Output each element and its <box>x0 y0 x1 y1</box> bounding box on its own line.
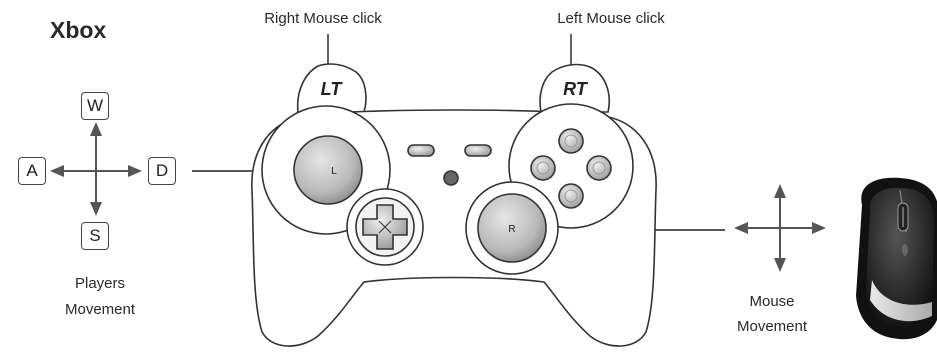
controller-diagram-svg: LT RT L R <box>50 34 937 347</box>
left-stick-label: L <box>331 166 337 177</box>
back-button <box>407 144 435 157</box>
left-stick <box>293 135 363 205</box>
right-stick-label: R <box>508 224 515 235</box>
face-button-right <box>586 155 612 181</box>
rt-label: RT <box>563 79 589 99</box>
lt-label: LT <box>321 79 344 99</box>
face-button-bottom <box>558 183 584 209</box>
face-button-left <box>530 155 556 181</box>
mouse-movement-arrow-icon <box>734 184 826 272</box>
face-button-top <box>558 128 584 154</box>
computer-mouse-icon <box>856 177 937 340</box>
start-button <box>464 144 492 157</box>
guide-button <box>443 170 459 186</box>
xbox-controller-icon <box>251 63 657 347</box>
four-way-arrow-icon <box>50 122 142 216</box>
